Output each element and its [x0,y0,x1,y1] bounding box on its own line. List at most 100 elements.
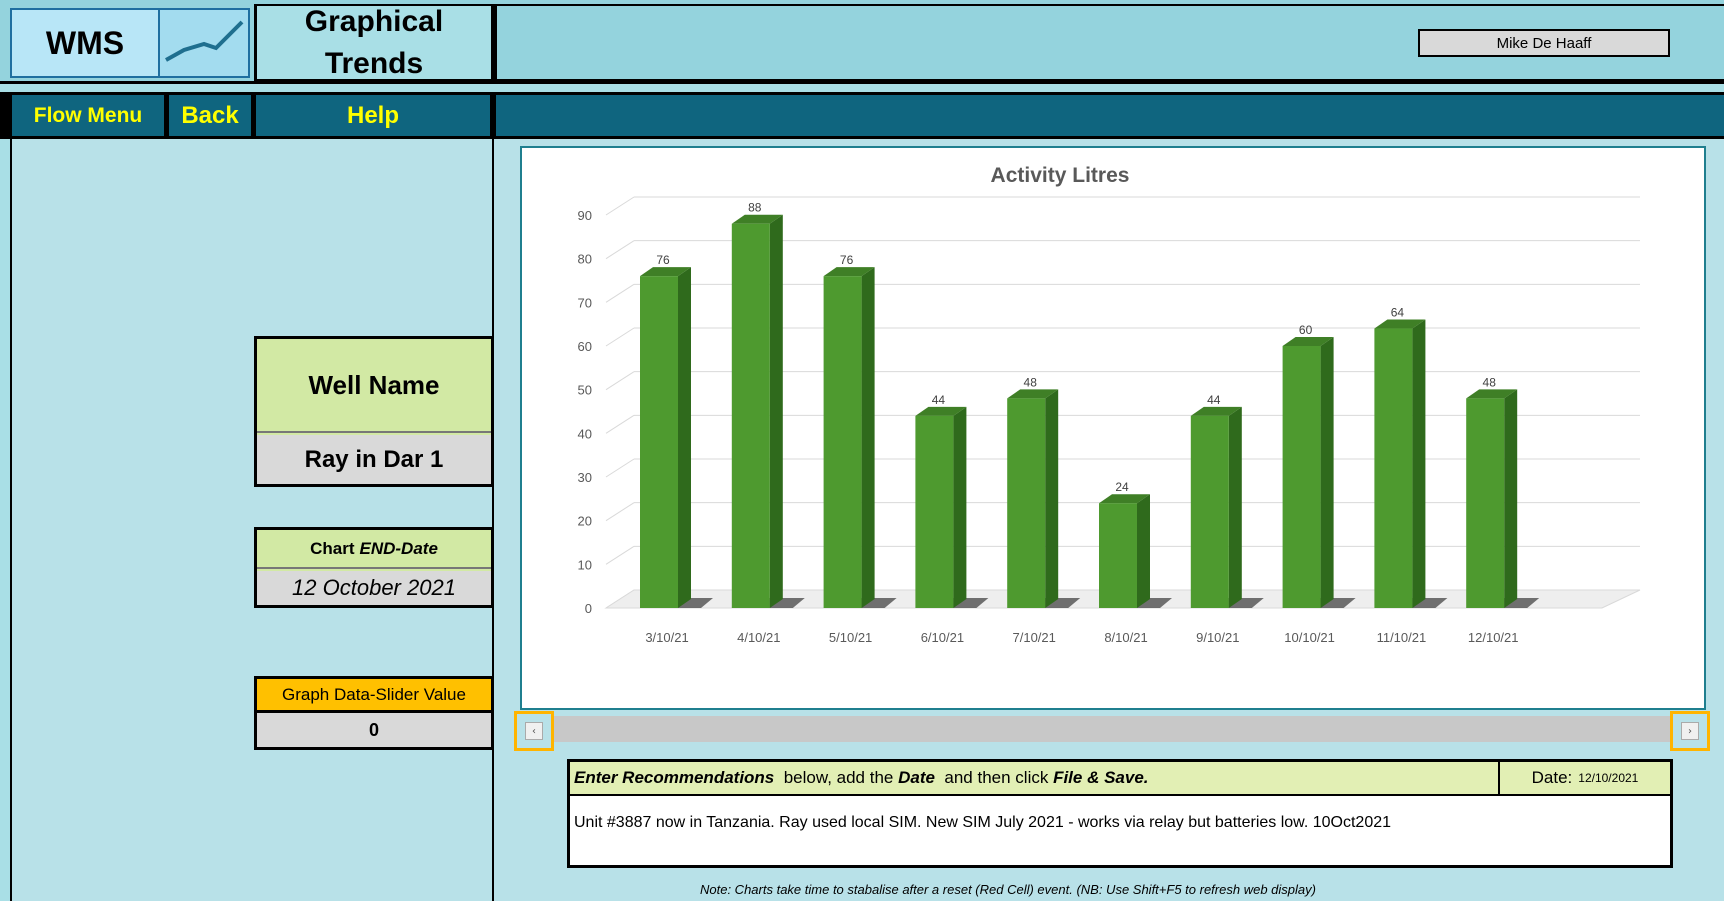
data-label: 64 [1391,306,1405,320]
x-tick-label: 3/10/21 [645,630,688,645]
chart-scrollbar-track[interactable] [520,716,1706,742]
chart-title: Activity Litres [991,164,1130,187]
instr-text-1: below, add the [774,768,899,787]
chart-end-date-box: Chart END-Date 12 October 2021 [254,527,494,608]
y-tick-label: 60 [578,339,592,354]
bar-side [1045,389,1059,608]
bar [915,415,954,608]
data-label: 48 [1024,375,1038,389]
y-tick-label: 70 [578,295,592,310]
chevron-left-icon: ‹ [525,722,543,740]
bar-side [1228,406,1242,608]
x-tick-label: 7/10/21 [1013,630,1056,645]
instr-file-save: File & Save. [1053,768,1149,787]
bar-side [953,406,967,608]
data-label: 48 [1483,375,1497,389]
logo-text: WMS [45,24,125,61]
slider-value-label: Graph Data-Slider Value [257,679,491,713]
x-tick-label: 11/10/21 [1377,630,1427,645]
x-tick-label: 12/10/21 [1468,630,1519,645]
well-name-value[interactable]: Ray in Dar 1 [257,435,491,484]
bar-side [1504,389,1518,608]
instr-date: Date [898,768,935,787]
data-label: 88 [748,201,762,215]
well-name-label: Well Name [257,339,491,433]
gridline-side [605,545,635,565]
y-tick-label: 90 [578,208,592,223]
bar-side [769,214,783,608]
help-button[interactable]: Help [256,95,490,136]
bar [1007,398,1046,608]
recommendation-date-value: 12/10/2021 [1578,771,1639,785]
recommendation-date-label: Date: [1531,768,1573,787]
nav-bar-fill [496,95,1724,136]
well-name-box: Well Name Ray in Dar 1 [254,336,494,487]
scroll-left-button[interactable]: ‹ [514,711,554,751]
left-panel [10,139,494,901]
trend-chart-icon [165,20,244,62]
bar [823,276,862,608]
chart-end-date-label-prefix: Chart [310,538,355,558]
gridline-side [605,371,635,391]
gridline-side [605,283,635,303]
chevron-right-icon: › [1681,722,1699,740]
bar-side [861,267,875,608]
data-label: 44 [932,393,946,407]
x-tick-label: 6/10/21 [921,630,964,645]
chart-svg: Activity Litres 0 10 20 30 40 50 60 70 80 90 76 3/10… [578,164,1641,645]
scroll-right-button[interactable]: › [1670,711,1710,751]
recommendation-date-cell[interactable]: Date: 12/10/2021 [1498,762,1670,794]
data-label: 44 [1207,393,1221,407]
data-label: 76 [840,253,854,267]
y-tick-label: 50 [578,383,592,398]
bar [1190,415,1229,608]
bar-side [678,267,691,608]
gridline-side [605,414,635,434]
page-title: Graphical Trends [304,4,444,80]
data-label: 60 [1299,323,1313,337]
data-label: 24 [1115,480,1129,494]
page-title-box: Graphical Trends [254,4,494,82]
recommendation-text[interactable]: Unit #3887 now in Tanzania. Ray used loc… [574,814,1391,832]
y-tick-label: 40 [578,426,592,441]
gridline-side [605,327,635,347]
instr-text-2: and then click [934,768,1054,787]
y-tick-label: 20 [578,514,592,529]
gridline-side [605,240,635,260]
slider-value: 0 [257,713,491,747]
bar-side [1137,494,1150,608]
bar-side [1320,337,1334,608]
x-tick-label: 9/10/21 [1196,630,1239,645]
flow-menu-button[interactable]: Flow Menu [12,95,164,136]
activity-chart: Activity Litres 0 10 20 30 40 50 60 70 80 90 76 3/10… [520,146,1706,710]
chart-end-date-label: Chart END-Date [257,530,491,569]
bar [1099,503,1137,608]
bar [731,223,770,608]
gridline-side [605,502,635,522]
chart-end-date-label-em: END-Date [359,538,438,558]
bar [1282,346,1321,608]
y-tick-label: 10 [578,557,592,572]
x-tick-label: 4/10/21 [737,630,780,645]
slider-value-box: Graph Data-Slider Value 0 [254,676,494,750]
recommendations-box: Enter Recommendations below, add the Dat… [567,759,1673,868]
bar [1374,328,1413,608]
nav-bar: Flow Menu Back Help [0,92,1724,139]
y-tick-label: 30 [578,470,592,485]
back-button[interactable]: Back [169,95,251,136]
logo-text-cell: WMS [12,10,160,76]
instr-enter-recommendations: Enter Recommendations [574,768,775,787]
bar-side [1412,319,1426,608]
y-tick-label: 80 [578,252,592,267]
gridline-side [605,458,635,478]
data-label: 76 [656,253,670,267]
recommendations-header: Enter Recommendations below, add the Dat… [570,762,1670,796]
x-tick-label: 5/10/21 [829,630,872,645]
y-tick-label: 0 [585,601,592,616]
x-tick-label: 8/10/21 [1104,630,1147,645]
bar [640,276,678,608]
chart-end-date-value[interactable]: 12 October 2021 [257,571,491,605]
x-tick-label: 10/10/21 [1284,630,1335,645]
app-logo[interactable]: WMS [10,8,250,78]
user-name-field: Mike De Haaff [1418,29,1670,57]
